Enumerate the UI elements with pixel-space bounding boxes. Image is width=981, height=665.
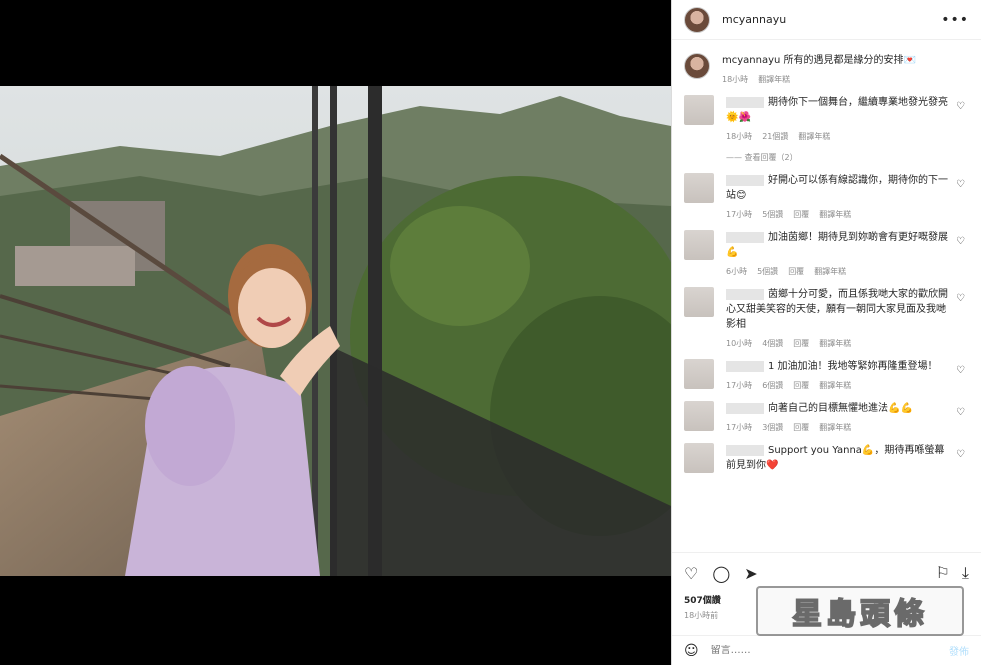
bookmark-icon[interactable]: ⚐ [936, 563, 950, 583]
comment-time[interactable]: 18小時 [726, 131, 752, 142]
comment-avatar[interactable] [684, 359, 714, 389]
redacted-username [726, 360, 764, 372]
comment-reply[interactable]: 回覆 [793, 209, 809, 220]
redacted-username [726, 444, 764, 456]
caption: mcyannayu 所有的遇見都是緣分的安排💌 18小時 翻譯年糕 [684, 41, 969, 85]
comment-translate[interactable]: 翻譯年糕 [819, 422, 851, 433]
header-username[interactable]: mcyannayu [722, 13, 786, 26]
redacted-username [726, 402, 764, 414]
comment-reply[interactable]: 回覆 [793, 338, 809, 349]
comment-item: Support you Yanna💪，期待再喺螢幕前見到你❤️ ♡ [684, 443, 969, 473]
redacted-username [726, 288, 764, 300]
redacted-username [726, 174, 764, 186]
comment-reply[interactable]: 回覆 [793, 422, 809, 433]
redacted-username [726, 96, 764, 108]
post-panel: mcyannayu ••• mcyannayu 所有的遇見都是緣分的安排💌 18… [671, 0, 981, 665]
comment-translate[interactable]: 翻譯年糕 [814, 266, 846, 277]
redacted-username [726, 231, 764, 243]
comment-item: 茵鄉十分可愛，而且係我哋大家的歡欣開心又甜美笑容的天使，願有一朝同大家見面及我哋… [684, 287, 969, 349]
post-photo [0, 86, 671, 576]
comment-likes[interactable]: 6個讚 [762, 380, 783, 391]
emoji-icon[interactable]: ☺ [684, 643, 699, 659]
comment-heart-icon[interactable]: ♡ [956, 101, 965, 112]
comment-time[interactable]: 17小時 [726, 209, 752, 220]
comment-avatar[interactable] [684, 95, 714, 125]
comment-likes[interactable]: 21個讚 [762, 131, 788, 142]
comment-item: 期待你下一個舞台，繼續專業地發光發亮🌞🌺 18小時 21個讚 翻譯年糕 ♡ [684, 95, 969, 142]
comment-heart-icon[interactable]: ♡ [956, 179, 965, 190]
comment-translate[interactable]: 翻譯年糕 [819, 338, 851, 349]
post-header: mcyannayu ••• [672, 0, 981, 40]
comment-heart-icon[interactable]: ♡ [956, 407, 965, 418]
share-icon[interactable]: ➤ [744, 564, 757, 583]
comment-heart-icon[interactable]: ♡ [956, 365, 965, 376]
comment-icon[interactable]: ◯ [712, 564, 730, 583]
post-media [0, 0, 671, 665]
comment-avatar[interactable] [684, 287, 714, 317]
caption-translate[interactable]: 翻譯年糕 [758, 74, 790, 85]
comment-item: 加油茵鄉！期待見到妳啲會有更好嘅發展💪 6小時 5個讚 回覆 翻譯年糕 ♡ [684, 230, 969, 277]
watermark-logo: 星島頭條 [756, 586, 964, 636]
comment-item: 1 加油加油！我地等緊妳再隆重登場！ 17小時 6個讚 回覆 翻譯年糕 ♡ [684, 359, 969, 391]
avatar[interactable] [684, 6, 710, 33]
view-replies-label: 查看回覆（2） [744, 153, 798, 162]
comment-likes[interactable]: 3個讚 [762, 422, 783, 433]
comment-text: 1 加油加油！我地等緊妳再隆重登場！ [768, 361, 938, 372]
comment-translate[interactable]: 翻譯年糕 [819, 380, 851, 391]
comment-time[interactable]: 10小時 [726, 338, 752, 349]
comment-avatar[interactable] [684, 401, 714, 431]
comment-composer: ☺ 發佈 [672, 635, 981, 665]
comment-likes[interactable]: 5個讚 [762, 209, 783, 220]
comment-item: 好開心可以係有線認識你，期待你的下一站😊 17小時 5個讚 回覆 翻譯年糕 ♡ [684, 173, 969, 220]
caption-avatar[interactable] [684, 53, 710, 79]
comment-avatar[interactable] [684, 173, 714, 203]
comment-text: 向著自己的目標無懼地進法💪💪 [768, 403, 913, 414]
comment-heart-icon[interactable]: ♡ [956, 236, 965, 247]
comment-heart-icon[interactable]: ♡ [956, 449, 965, 460]
more-icon[interactable]: ••• [941, 12, 969, 28]
comment-time[interactable]: 17小時 [726, 422, 752, 433]
heart-icon[interactable]: ♡ [684, 564, 698, 583]
comment-heart-icon[interactable]: ♡ [956, 293, 965, 304]
caption-username[interactable]: mcyannayu [722, 55, 780, 66]
comment-input[interactable] [710, 645, 921, 656]
comment-item: 向著自己的目標無懼地進法💪💪 17小時 3個讚 回覆 翻譯年糕 ♡ [684, 401, 969, 433]
comment-reply[interactable]: 回覆 [793, 380, 809, 391]
comment-time[interactable]: 6小時 [726, 266, 747, 277]
caption-text: 所有的遇見都是緣分的安排💌 [783, 55, 916, 66]
view-replies-link[interactable]: —— 查看回覆（2） [726, 152, 969, 163]
download-icon[interactable]: ⤓ [962, 563, 969, 583]
comment-time[interactable]: 17小時 [726, 380, 752, 391]
comment-reply[interactable]: 回覆 [788, 266, 804, 277]
caption-time[interactable]: 18小時 [722, 74, 748, 85]
comment-likes[interactable]: 5個讚 [757, 266, 778, 277]
post-button[interactable]: 發佈 [949, 643, 969, 658]
comment-avatar[interactable] [684, 443, 714, 473]
comment-translate[interactable]: 翻譯年糕 [798, 131, 830, 142]
comment-translate[interactable]: 翻譯年糕 [819, 209, 851, 220]
comment-avatar[interactable] [684, 230, 714, 260]
comments-list[interactable]: mcyannayu 所有的遇見都是緣分的安排💌 18小時 翻譯年糕 期待你下一個… [672, 41, 981, 551]
comment-likes[interactable]: 4個讚 [762, 338, 783, 349]
photo-illustration [0, 86, 671, 576]
